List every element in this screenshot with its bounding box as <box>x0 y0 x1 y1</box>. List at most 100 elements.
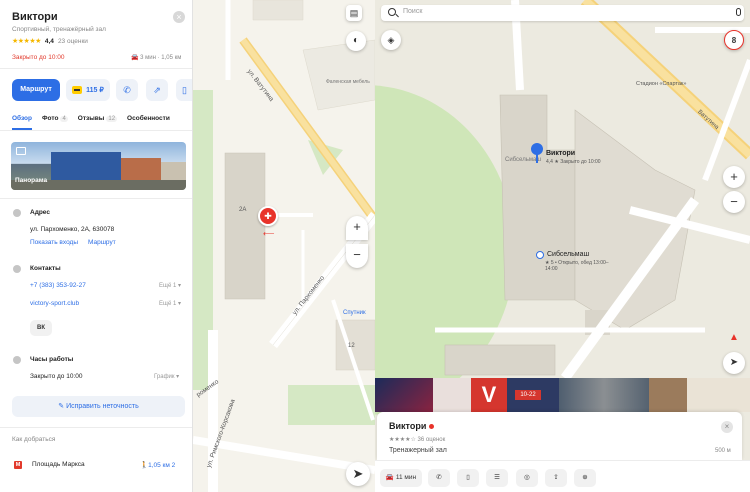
panorama-icon <box>16 147 26 155</box>
bookmark-button[interactable]: ▯ <box>176 79 192 101</box>
share-icon: ⇪ <box>553 474 559 481</box>
layers-icon[interactable]: ▤ <box>346 5 362 21</box>
search-bar[interactable]: Поиск <box>381 5 744 21</box>
fix-inaccuracy-button[interactable]: ✎ Исправить неточность <box>12 396 185 417</box>
car-icon: 🚘 <box>131 55 139 61</box>
route-time-button[interactable]: 🚘 11 мин <box>380 469 422 487</box>
navigation-arrow-icon[interactable]: ➤ <box>346 462 370 486</box>
tab-photos[interactable]: Фото 4 <box>42 115 68 122</box>
call-button[interactable]: ✆ <box>428 469 450 487</box>
building-number: 12 <box>348 343 355 349</box>
address-text[interactable]: ул. Пархоменко, 2А, 630078 <box>30 226 114 233</box>
metro-distance: 🚶1,05 км 2 <box>140 462 176 469</box>
desktop-map[interactable]: ул. Ватутина ул. Пархоменко ул. Римского… <box>193 0 375 492</box>
bottom-action-bar: 🚘 11 мин ✆ ▯ ☰ ◎ ⇪ ⊕ <box>375 460 750 492</box>
photo-thumbnail[interactable] <box>649 378 687 412</box>
close-icon[interactable]: × <box>721 421 733 433</box>
phone-link[interactable]: +7 (383) 353-92-27 <box>30 282 86 289</box>
whatsapp-icon: ◎ <box>524 474 530 481</box>
reviews-count: 23 оценки <box>57 37 88 45</box>
poi-marker-icon[interactable] <box>536 251 544 259</box>
zoom-out-button[interactable]: − <box>723 191 745 213</box>
zoom-in-button[interactable]: + <box>346 216 368 240</box>
divider <box>0 68 192 69</box>
rating-row[interactable]: ★★★★★ 4,4 23 оценки <box>12 37 88 46</box>
zoom-level-badge[interactable]: 8 <box>724 30 744 50</box>
tab-overview[interactable]: Обзор <box>12 115 32 122</box>
navigation-arrow-icon[interactable]: ➤ <box>723 352 745 374</box>
place-bottom-card[interactable]: Виктори × ★★★★☆ 36 оценок Тренажерный за… <box>377 412 742 460</box>
tab-features[interactable]: Особенности <box>127 115 170 122</box>
add-photo-icon: ⊕ <box>582 474 588 481</box>
place-category: Спортивный, тренажёрный зал <box>12 26 106 33</box>
card-category: Тренажерный зал <box>389 447 447 454</box>
share-button[interactable]: ⇗ <box>146 79 168 101</box>
schedule-dropdown[interactable]: График ▾ <box>154 373 179 380</box>
show-entrances-link[interactable]: Показать входы <box>30 239 78 246</box>
photo-thumbnail[interactable] <box>559 378 649 412</box>
share-icon: ⇗ <box>153 85 161 95</box>
travel-time-text: 3 мин · 1,05 км <box>140 55 182 61</box>
more-sites[interactable]: Ещё 1 ▾ <box>159 300 181 307</box>
panorama-building <box>161 162 186 180</box>
search-input[interactable]: Поиск <box>403 8 422 15</box>
vk-button[interactable]: ВК <box>30 320 52 336</box>
place-card-panel: Виктори × Спортивный, тренажёрный зал ★★… <box>0 0 193 492</box>
poi-sub: ★ 5 • Открыто, обед 13:00–14:00 <box>545 260 609 272</box>
metro-station[interactable]: Площадь Маркса <box>32 461 85 468</box>
pin-sub: 4,4 ★ Закрыто до 10:00 <box>546 159 601 165</box>
layers-icon[interactable]: ◈ <box>381 30 401 50</box>
pay-button[interactable]: 115 ₽ <box>66 79 110 101</box>
share-button[interactable]: ⇪ <box>545 469 567 487</box>
pin-name[interactable]: Виктори <box>546 150 575 157</box>
photo-thumbnail[interactable] <box>375 378 433 412</box>
hours-status: Закрыто до 10:00 <box>30 373 83 380</box>
close-icon[interactable]: × <box>173 11 185 23</box>
poi-label[interactable]: Спутник <box>343 310 366 316</box>
more-phones[interactable]: Ещё 1 ▾ <box>159 282 181 289</box>
location-pin-icon <box>13 209 21 217</box>
microphone-icon[interactable] <box>736 8 741 16</box>
contacts-title: Контакты <box>30 265 61 272</box>
pencil-icon: ✎ <box>58 403 65 410</box>
entrance-arrow-icon: ⟵ <box>263 229 275 238</box>
photo-strip[interactable]: V 10-22 <box>375 378 750 412</box>
zoom-out-button[interactable]: − <box>346 244 368 268</box>
building-number: 2А <box>239 207 247 213</box>
whatsapp-button[interactable]: ◎ <box>516 469 538 487</box>
menu-button[interactable]: ☰ <box>486 469 508 487</box>
compass-icon[interactable]: ▲ <box>723 327 745 349</box>
poi-label[interactable]: Фаленская мебель <box>326 79 370 85</box>
travel-time: 🚘 3 мин · 1,05 км <box>131 54 181 61</box>
route-button[interactable]: Маршрут <box>12 79 60 101</box>
tabs: Обзор Фото 4 Отзывы 12 Особенности <box>12 115 170 122</box>
panorama-label: Панорама <box>15 177 48 184</box>
photo-thumbnail[interactable] <box>687 378 750 412</box>
panorama-thumbnail[interactable]: Панорама <box>11 142 186 190</box>
address-title: Адрес <box>30 209 50 216</box>
bookmark-button[interactable]: ▯ <box>457 469 479 487</box>
poi-name[interactable]: Сибсельмаш <box>547 251 589 258</box>
photo-thumbnail[interactable]: V <box>471 378 507 412</box>
hours-title: Часы работы <box>30 356 74 363</box>
call-button[interactable]: ✆ <box>116 79 138 101</box>
panorama-mode-icon[interactable]: ◐ <box>346 31 366 51</box>
zoom-in-button[interactable]: + <box>723 166 745 188</box>
photo-sign: 10-22 <box>515 390 541 400</box>
wallet-icon <box>72 86 83 94</box>
pin-stem <box>536 154 538 163</box>
closed-dot-icon <box>429 424 435 430</box>
search-icon <box>388 8 396 16</box>
photo-thumbnail[interactable] <box>433 378 471 412</box>
menu-icon: ☰ <box>494 474 500 481</box>
photo-thumbnail[interactable]: 10-22 <box>507 378 559 412</box>
rating-value: 4,4 <box>44 37 54 45</box>
metro-icon: М <box>14 461 22 469</box>
website-link[interactable]: victory-sport.club <box>30 300 79 307</box>
add-photo-button[interactable]: ⊕ <box>574 469 596 487</box>
phone-icon: ✆ <box>436 474 442 481</box>
route-link[interactable]: Маршрут <box>88 239 116 246</box>
gym-pin-icon[interactable]: ✚ <box>258 206 278 226</box>
tab-reviews[interactable]: Отзывы 12 <box>78 115 118 122</box>
car-icon: 🚘 <box>385 474 395 481</box>
